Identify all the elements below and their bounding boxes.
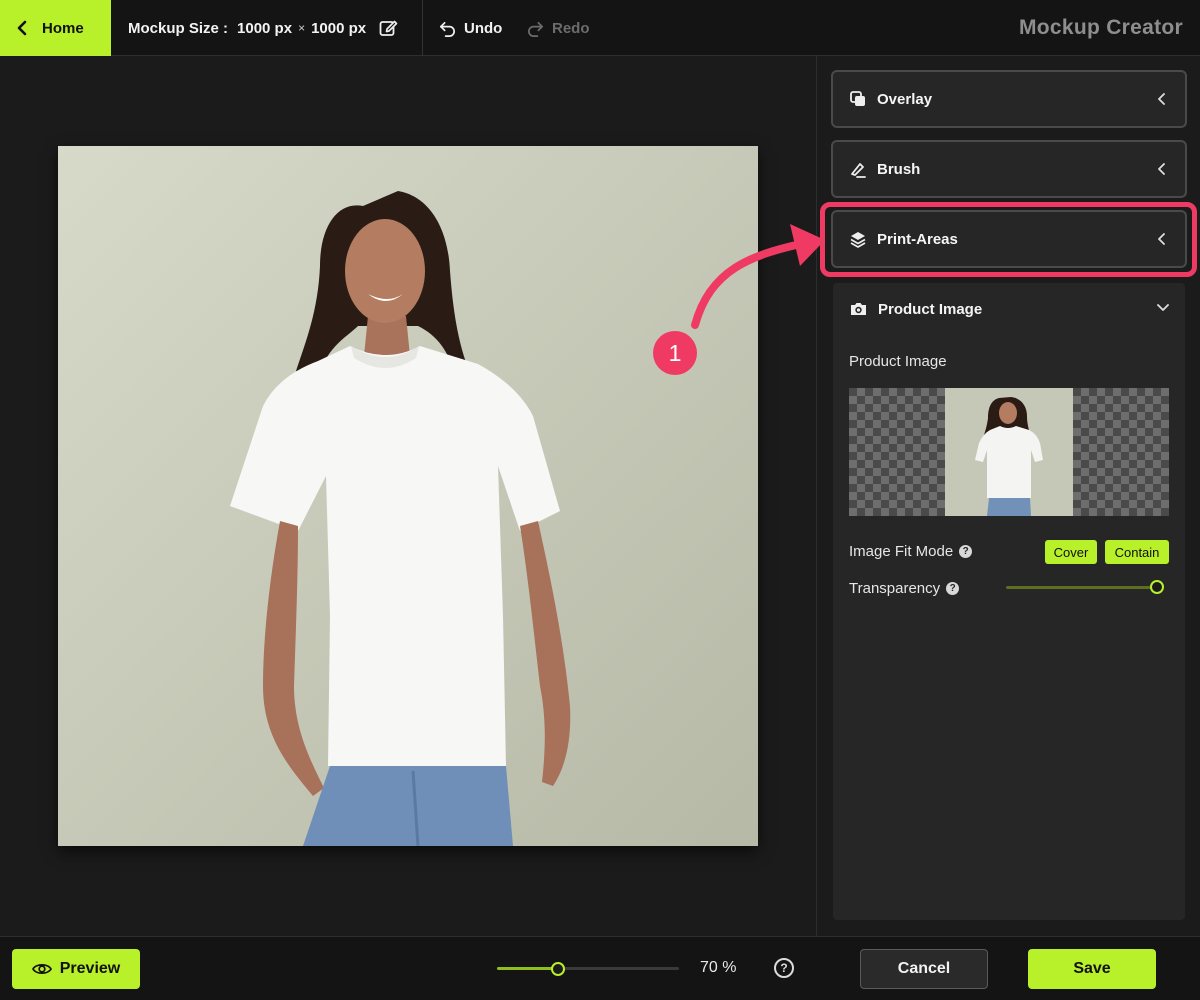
right-panel: Overlay Brush Print-Areas Product Image …: [816, 56, 1200, 936]
zoom-value: 70 %: [700, 959, 737, 976]
overlay-section[interactable]: Overlay: [831, 70, 1187, 128]
brush-label: Brush: [877, 160, 921, 178]
camera-icon: [851, 303, 866, 315]
redo-label: Redo: [552, 19, 590, 37]
product-image-label: Product Image: [849, 353, 947, 370]
app-title: Mockup Creator: [1018, 16, 1183, 39]
preview-button[interactable]: Preview: [12, 949, 140, 989]
zoom-slider-handle[interactable]: [551, 962, 565, 976]
undo-label: Undo: [464, 19, 503, 37]
print-areas-section[interactable]: Print-Areas: [831, 210, 1187, 268]
product-image-title: Product Image: [878, 300, 983, 318]
brush-section[interactable]: Brush: [831, 140, 1187, 198]
help-icon[interactable]: ?: [946, 582, 960, 595]
step-badge: 1: [653, 331, 697, 375]
home-label: Home: [42, 19, 84, 37]
zoom-slider-fill: [497, 967, 558, 970]
mockup-size-display: Mockup Size : 1000 px × 1000 px: [111, 0, 423, 56]
mockup-canvas[interactable]: [58, 146, 758, 846]
thumbnail-photo: [945, 388, 1073, 516]
transparency-label: Transparency ?: [849, 580, 960, 597]
product-image-header[interactable]: Product Image: [833, 283, 1185, 335]
undo-button[interactable]: Undo: [438, 0, 502, 56]
cancel-button[interactable]: Cancel: [860, 949, 988, 989]
canvas-area: [0, 56, 816, 936]
times-sign: ×: [298, 21, 306, 35]
fit-cover-button[interactable]: Cover: [1045, 540, 1097, 564]
mockup-width: 1000 px: [237, 19, 293, 37]
chevron-left-icon: [1158, 233, 1165, 245]
save-button[interactable]: Save: [1028, 949, 1156, 989]
redo-icon: [528, 21, 544, 37]
layers-icon: [850, 232, 866, 248]
mockup-size-label: Mockup Size :: [128, 19, 229, 37]
print-areas-label: Print-Areas: [877, 230, 958, 248]
image-fit-mode-label: Image Fit Mode ?: [849, 543, 973, 560]
help-icon[interactable]: ?: [959, 545, 973, 558]
overlay-icon: [850, 91, 865, 106]
undo-icon: [439, 21, 455, 37]
overlay-label: Overlay: [877, 90, 933, 108]
transparency-text: Transparency: [849, 580, 941, 597]
product-image-section: Product Image Product Image Image Fit Mo…: [833, 283, 1185, 920]
preview-label: Preview: [59, 960, 121, 977]
transparency-slider-handle[interactable]: [1150, 580, 1164, 594]
eye-icon: [31, 964, 52, 974]
top-bar: Home Mockup Size : 1000 px × 1000 px Und…: [0, 0, 1200, 56]
product-image-thumbnail[interactable]: [849, 388, 1169, 516]
help-icon[interactable]: ?: [774, 958, 794, 978]
transparency-slider-track[interactable]: [1006, 586, 1158, 589]
chevron-left-icon: [1158, 163, 1165, 175]
brush-icon: [851, 163, 866, 178]
edit-icon[interactable]: [378, 18, 398, 38]
chevron-down-icon: [1157, 304, 1169, 311]
chevron-left-icon: [17, 20, 27, 36]
chevron-left-icon: [1158, 93, 1165, 105]
image-fit-mode-text: Image Fit Mode: [849, 543, 954, 560]
bottom-bar: Preview 70 % ? Cancel Save: [0, 936, 1200, 1000]
home-button[interactable]: Home: [0, 0, 111, 56]
redo-button[interactable]: Redo: [526, 0, 590, 56]
model-photo: [58, 146, 758, 846]
mockup-height: 1000 px: [311, 19, 367, 37]
fit-contain-button[interactable]: Contain: [1105, 540, 1169, 564]
